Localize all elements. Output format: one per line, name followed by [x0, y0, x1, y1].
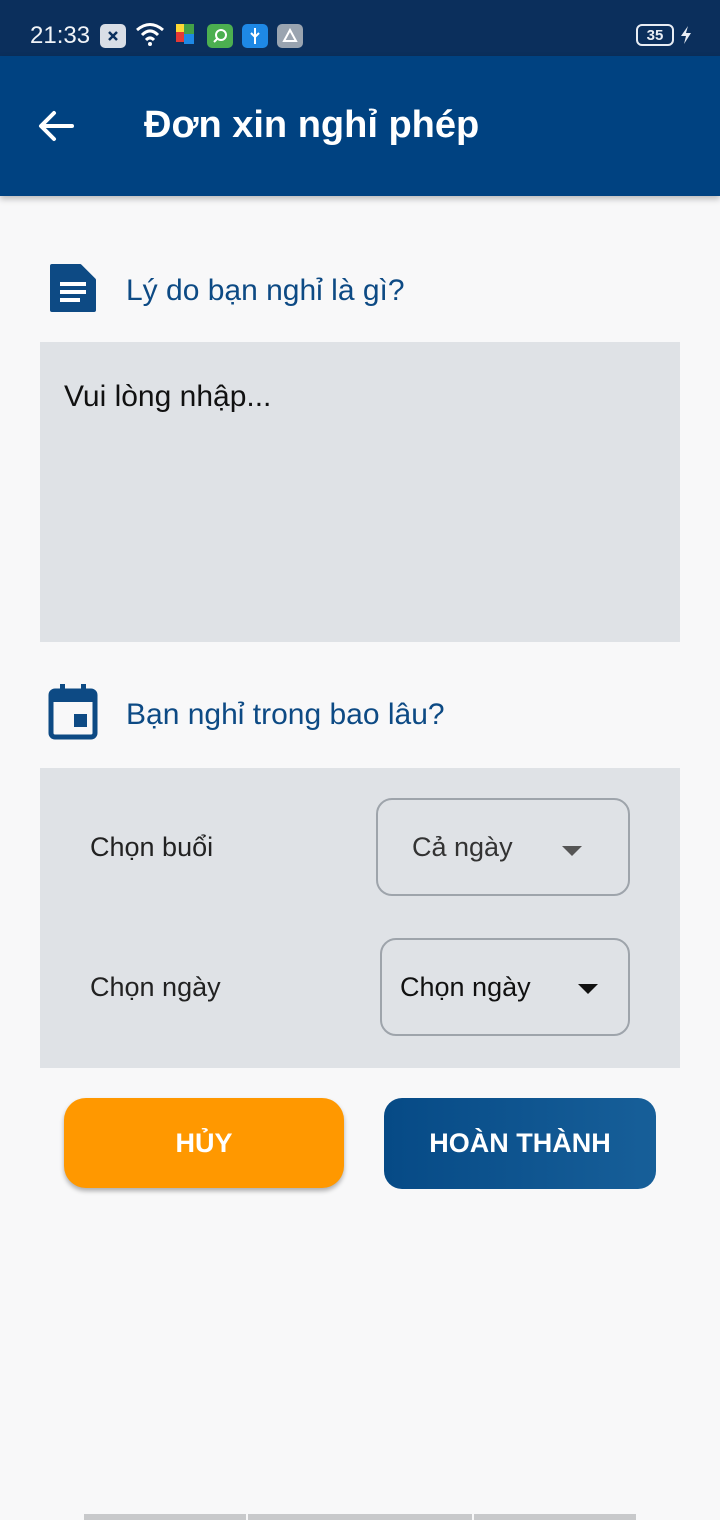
session-value: Cả ngày — [412, 831, 513, 862]
date-dropdown[interactable]: Chọn ngày — [380, 938, 630, 1036]
puzzle-app-icon — [174, 22, 198, 51]
date-value: Chọn ngày — [400, 971, 531, 1002]
duration-panel: Chọn buổi Cả ngày Chọn ngày Chọn ngày — [40, 768, 680, 1068]
document-icon — [48, 262, 98, 319]
cancel-button[interactable]: HỦY — [64, 1098, 344, 1188]
app-bar: Đơn xin nghỉ phép — [0, 56, 720, 196]
reason-label: Lý do bạn nghỉ là gì? — [126, 273, 405, 307]
battery-indicator: 35 — [636, 24, 674, 46]
status-bar: 21:33 35 — [0, 0, 720, 56]
app-icon-gray — [277, 24, 303, 48]
nav-indicator-left — [84, 1514, 246, 1520]
app-icon-green — [207, 24, 233, 48]
notification-x-icon — [100, 24, 126, 48]
reason-input[interactable] — [64, 380, 654, 414]
chevron-down-icon — [578, 984, 598, 994]
date-label: Chọn ngày — [90, 972, 221, 1002]
status-time: 21:33 — [30, 22, 91, 49]
reason-section-header: Lý do bạn nghỉ là gì? — [48, 262, 405, 319]
page-title: Đơn xin nghỉ phép — [144, 104, 480, 146]
status-icons — [100, 22, 303, 50]
wifi-icon — [135, 22, 165, 51]
charging-bolt-icon — [680, 26, 692, 49]
duration-label: Bạn nghỉ trong bao lâu? — [126, 697, 445, 731]
back-arrow-icon[interactable] — [36, 106, 76, 146]
calendar-icon — [48, 684, 98, 745]
done-button[interactable]: HOÀN THÀNH — [384, 1098, 656, 1189]
reason-text-area[interactable] — [40, 342, 680, 642]
duration-section-header: Bạn nghỉ trong bao lâu? — [48, 684, 445, 745]
chevron-down-icon — [562, 846, 582, 856]
nav-indicator-center — [248, 1514, 472, 1520]
session-label: Chọn buổi — [90, 832, 214, 862]
nav-indicator-right — [474, 1514, 636, 1520]
session-dropdown[interactable]: Cả ngày — [376, 798, 630, 896]
usb-icon — [242, 24, 268, 48]
